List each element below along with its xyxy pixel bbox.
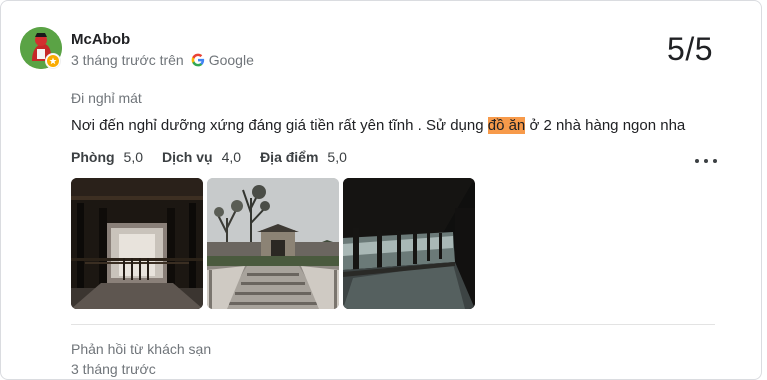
rating-label-room: Phòng xyxy=(71,149,115,165)
rating-label-service: Dịch vụ xyxy=(162,149,213,165)
review-source: Google xyxy=(208,52,254,68)
photo-courtyard-gate[interactable] xyxy=(207,178,339,309)
photo-covered-corridor[interactable] xyxy=(343,178,475,309)
more-dot xyxy=(695,159,699,163)
local-guide-badge-icon xyxy=(45,53,61,69)
trip-type: Đi nghỉ mát xyxy=(71,90,142,106)
rating-label-location: Địa điểm xyxy=(260,149,319,165)
review-time: 3 tháng trước trên xyxy=(71,52,184,68)
review-text: Nơi đến nghỉ dưỡng xứng đáng giá tiền rấ… xyxy=(71,117,685,134)
more-options-icon[interactable] xyxy=(695,151,717,171)
divider xyxy=(71,324,715,325)
more-dot xyxy=(713,159,717,163)
google-g-icon xyxy=(191,53,205,67)
author-name[interactable]: McAbob xyxy=(71,31,130,48)
sub-ratings: Phòng 5,0 Dịch vụ 4,0 Địa điểm 5,0 xyxy=(71,149,366,165)
rating-value-room: 5,0 xyxy=(123,149,144,165)
rating-value-location: 5,0 xyxy=(327,149,347,165)
review-meta: 3 tháng trước trên Google xyxy=(71,52,254,68)
more-dot xyxy=(704,159,708,163)
rating-value-service: 4,0 xyxy=(221,149,242,165)
owner-reply-title: Phản hồi từ khách sạn xyxy=(71,341,212,357)
owner-reply-time: 3 tháng trước xyxy=(71,361,156,377)
photo-wooden-hall-interior[interactable] xyxy=(71,178,203,309)
review-card: McAbob 3 tháng trước trên Google 5/5 Đi … xyxy=(0,0,762,380)
review-text-highlight: đồ ăn xyxy=(487,117,526,134)
review-score: 5/5 xyxy=(667,31,713,67)
review-text-before: Nơi đến nghỉ dưỡng xứng đáng giá tiền rấ… xyxy=(71,117,488,134)
review-text-after: ở 2 nhà hàng ngon nha xyxy=(525,117,686,134)
